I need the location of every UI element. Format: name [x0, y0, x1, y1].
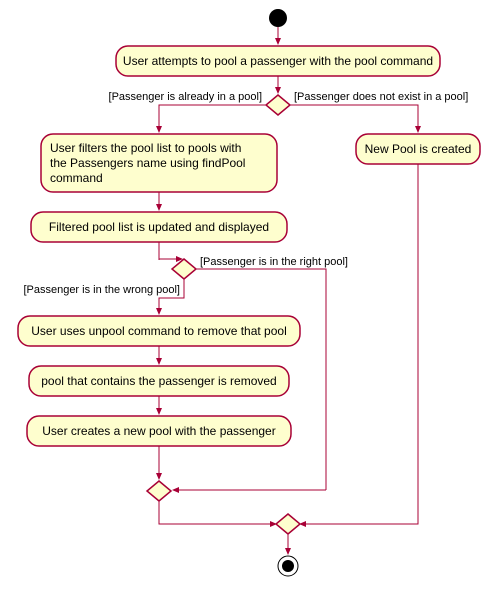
- activity-label: Filtered pool list is updated and displa…: [49, 220, 269, 234]
- activity-label: command: [50, 171, 103, 185]
- edge: [300, 164, 418, 524]
- merge-1: [147, 481, 171, 501]
- activity-label: User filters the pool list to pools with: [50, 141, 241, 155]
- merge-2: [276, 514, 300, 534]
- end-node-inner: [282, 560, 294, 572]
- activity-label: the Passengers name using findPool: [50, 156, 245, 170]
- start-node: [269, 9, 287, 27]
- activity-label: pool that contains the passenger is remo…: [41, 374, 276, 388]
- edge: [159, 501, 276, 524]
- guard-wrong-pool: [Passenger is in the wrong pool]: [23, 284, 180, 296]
- activity-label: New Pool is created: [365, 142, 472, 156]
- activity-label: User uses unpool command to remove that …: [31, 324, 286, 338]
- decision-right-pool: [172, 259, 196, 279]
- activity-label: User attempts to pool a passenger with t…: [123, 54, 433, 68]
- guard-not-exist: [Passenger does not exist in a pool]: [294, 91, 468, 103]
- guard-already-in: [Passenger is already in a pool]: [109, 91, 262, 103]
- edge: [159, 105, 266, 132]
- guard-right-pool: [Passenger is in the right pool]: [200, 256, 348, 268]
- activity-diagram: User attempts to pool a passenger with t…: [0, 0, 502, 597]
- activity-label: User creates a new pool with the passeng…: [42, 424, 275, 438]
- edge: [290, 105, 418, 132]
- decision-pool-exists: [266, 95, 290, 115]
